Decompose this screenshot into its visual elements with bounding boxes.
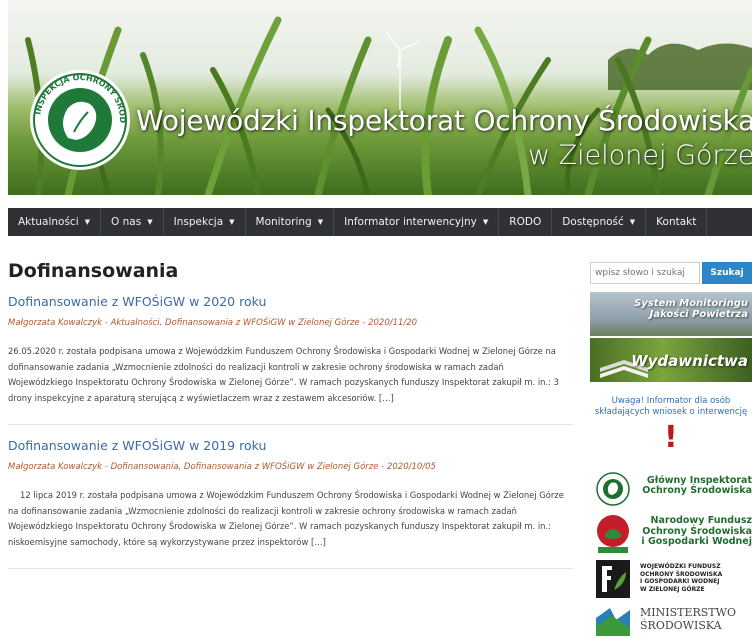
caret-down-icon: ▼ [482, 218, 489, 226]
category-links[interactable]: Aktualności, Dofinansowania z WFOŚiGW w … [111, 318, 360, 328]
category-links[interactable]: Dofinansowania, Dofinansowania z WFOŚiGW… [111, 462, 379, 472]
air-quality-banner-text: System Monitoringu Jakości Powietrza [634, 298, 748, 320]
page-title: Dofinansowania [8, 260, 179, 282]
partner-ministry-name: MINISTERSTWO ŚRODOWISKA [640, 606, 736, 632]
nav-item-rodo[interactable]: RODO [499, 208, 553, 236]
nav-item-dostepnosc[interactable]: Dostępność ▼ [552, 208, 647, 236]
partner-nfosigw-logo[interactable]: Narodowy Fundusz Ochrony Środowiska i Go… [596, 514, 752, 556]
search-input[interactable] [590, 262, 700, 284]
post-meta: Małgorzata Kowalczyk - Dofinansowania, D… [8, 462, 436, 472]
partner-gios-logo[interactable]: Główny Inspektorat Ochrony Środowiska [596, 470, 752, 508]
caret-down-icon: ▼ [147, 218, 153, 226]
nav-item-inspekcja[interactable]: Inspekcja ▼ [164, 208, 246, 236]
nav-item-aktualnosci[interactable]: Aktualności ▼ [8, 208, 102, 236]
caret-down-icon: ▼ [84, 218, 91, 226]
caret-down-icon: ▼ [629, 218, 636, 226]
publications-banner[interactable]: Wydawnictwa [590, 338, 752, 382]
ministry-emblem-icon [596, 608, 630, 636]
inspection-logo: INSPEKCJA OCHRONY ŚRODOWISKA [28, 68, 132, 172]
post-date: 2020/10/05 [386, 462, 436, 472]
nav-item-informator[interactable]: Informator interwencyjny ▼ [334, 208, 500, 236]
nfosigw-emblem-icon [597, 515, 629, 553]
post-excerpt: 12 lipca 2019 r. została podpisana umowa… [8, 490, 564, 547]
wfosigw-emblem-icon [596, 560, 630, 598]
partner-wfosigw-logo[interactable]: WOJEWÓDZKI FUNDUSZ OCHRONY ŚRODOWISKA I … [596, 560, 752, 600]
gios-emblem-icon [596, 472, 630, 506]
site-subtitle: w Zielonej Górze [528, 140, 752, 171]
author-link[interactable]: Małgorzata Kowalczyk [8, 462, 102, 472]
air-quality-monitoring-banner[interactable]: System Monitoringu Jakości Powietrza [590, 292, 752, 336]
post-title-link[interactable]: Dofinansowanie z WFOŚiGW w 2020 roku [8, 294, 266, 309]
post-excerpt: 26.05.2020 r. została podpisana umowa z … [8, 346, 559, 403]
partner-ministry-logo[interactable]: MINISTERSTWO ŚRODOWISKA [596, 604, 752, 638]
post-meta: Małgorzata Kowalczyk - Aktualności, Dofi… [8, 318, 418, 328]
partner-nfosigw-name: Narodowy Fundusz Ochrony Środowiska i Go… [641, 515, 752, 547]
publications-banner-text: Wydawnictwa [631, 352, 748, 370]
nav-item-o-nas[interactable]: O nas ▼ [101, 208, 164, 236]
post-divider [8, 424, 573, 425]
intervention-notice-link[interactable]: Uwaga! Informator dla osób składających … [590, 396, 752, 418]
author-link[interactable]: Małgorzata Kowalczyk [8, 318, 102, 328]
caret-down-icon: ▼ [317, 218, 324, 226]
post-date: 2020/11/20 [368, 318, 418, 328]
main-nav: Aktualności ▼ O nas ▼ Inspekcja ▼ Monitorin… [8, 208, 752, 236]
post-item: Dofinansowanie z WFOŚiGW w 2020 roku Mał… [8, 294, 573, 434]
post-item: Dofinansowanie z WFOŚiGW w 2019 roku Mał… [8, 438, 573, 578]
post-title-link[interactable]: Dofinansowanie z WFOŚiGW w 2019 roku [8, 438, 266, 453]
post-divider [8, 568, 573, 569]
search-button[interactable]: Szukaj [702, 262, 752, 284]
exclamation-icon: ! [664, 420, 678, 455]
partner-wfosigw-name: WOJEWÓDZKI FUNDUSZ OCHRONY ŚRODOWISKA I … [640, 563, 723, 593]
partner-gios-name: Główny Inspektorat Ochrony Środowiska [642, 475, 752, 496]
nav-item-monitoring[interactable]: Monitoring ▼ [246, 208, 335, 236]
nav-item-kontakt[interactable]: Kontakt [646, 208, 708, 236]
caret-down-icon: ▼ [229, 218, 235, 226]
site-title: Wojewódzki Inspektorat Ochrony Środowisk… [136, 104, 752, 137]
header-banner: INSPEKCJA OCHRONY ŚRODOWISKA Wojewódzki … [8, 0, 752, 195]
